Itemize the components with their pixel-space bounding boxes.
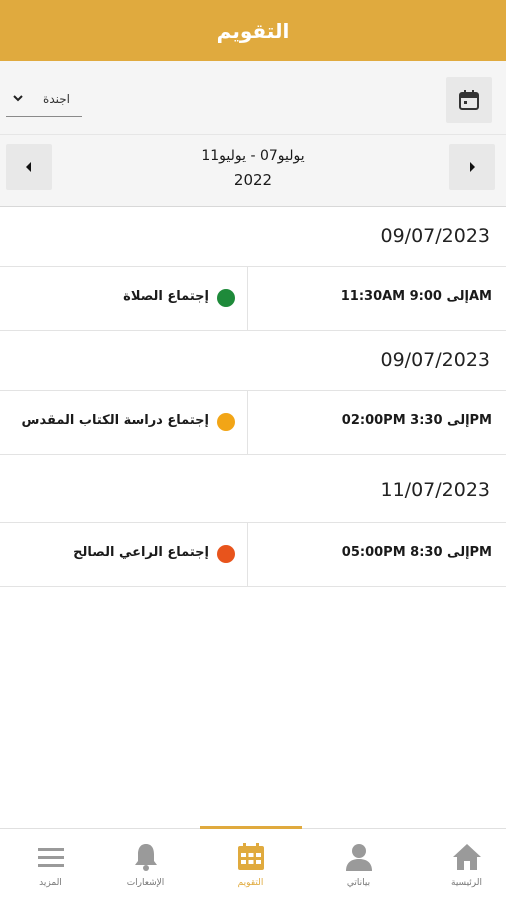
app-bar: التقويم (0, 0, 506, 61)
event-title-cell: إجتماع دراسة الكتاب المقدس (0, 391, 247, 454)
event-title-cell: إجتماع الراعي الصالح (0, 523, 247, 586)
tab-label: التقويم (237, 878, 264, 888)
menu-icon (37, 848, 64, 867)
tab-home[interactable]: الرئيسية (416, 829, 506, 900)
previous-range-button[interactable] (6, 144, 52, 190)
caret-right-icon (470, 162, 475, 172)
event-title: إجتماع الصلاة (123, 289, 209, 304)
event-title-cell: إجتماع الصلاة (0, 267, 247, 330)
bottom-tab-bar: المزيد الإشعارات التقويم بياناتي الرئيسي… (0, 826, 506, 900)
date-range-bar: يوليو07 - يوليو11 2022 (0, 135, 506, 207)
tab-my-data[interactable]: بياناتي (308, 829, 409, 900)
calendar-picker-button[interactable] (446, 77, 492, 123)
bell-icon (134, 844, 157, 871)
agenda-list: 09/07/2023 11:30AM إلى 9:00AM إجتماع الص… (0, 207, 506, 587)
calendar-toolbar: اجندة (0, 61, 506, 135)
date-range-year: 2022 (233, 171, 273, 189)
tab-label: الرئيسية (451, 878, 482, 888)
event-time: 02:00PM إلى 3:30PM (341, 413, 492, 428)
agenda-date-header: 11/07/2023 (0, 455, 506, 523)
agenda-event[interactable]: 05:00PM إلى 8:30PM إجتماع الراعي الصالح (0, 523, 506, 587)
tab-calendar[interactable]: التقويم (200, 829, 301, 900)
next-range-button[interactable] (449, 144, 495, 190)
event-time-cell: 05:00PM إلى 8:30PM (247, 523, 506, 586)
tab-label: المزيد (39, 878, 62, 888)
event-time-cell: 11:30AM إلى 9:00AM (247, 267, 506, 330)
event-color-dot (217, 289, 235, 307)
agenda-event[interactable]: 02:00PM إلى 3:30PM إجتماع دراسة الكتاب ا… (0, 391, 506, 455)
user-icon (345, 844, 372, 871)
event-color-dot (217, 413, 235, 431)
agenda-date-header: 09/07/2023 (0, 331, 506, 391)
chevron-down-icon (13, 95, 23, 102)
event-color-dot (217, 545, 235, 563)
view-mode-select[interactable]: اجندة (6, 83, 82, 117)
event-title: إجتماع دراسة الكتاب المقدس (21, 413, 209, 428)
event-time: 11:30AM إلى 9:00AM (340, 289, 492, 304)
agenda-date: 09/07/2023 (380, 349, 490, 371)
caret-left-icon (26, 162, 31, 172)
tab-label: بياناتي (346, 878, 371, 888)
tab-more[interactable]: المزيد (0, 829, 101, 900)
view-mode-value: اجندة (43, 92, 70, 106)
agenda-date: 09/07/2023 (380, 225, 490, 247)
date-range-label: يوليو07 - يوليو11 (201, 148, 305, 164)
event-time-cell: 02:00PM إلى 3:30PM (247, 391, 506, 454)
calendar-icon (237, 843, 264, 870)
tab-notifications[interactable]: الإشعارات (95, 829, 196, 900)
page-title: التقويم (216, 18, 290, 43)
agenda-date: 11/07/2023 (380, 479, 490, 501)
event-title: إجتماع الراعي الصالح (73, 545, 209, 560)
calendar-icon (459, 90, 479, 110)
event-time: 05:00PM إلى 8:30PM (341, 545, 492, 560)
agenda-event[interactable]: 11:30AM إلى 9:00AM إجتماع الصلاة (0, 267, 506, 331)
home-icon (452, 844, 481, 870)
tab-label: الإشعارات (126, 878, 165, 888)
agenda-date-header: 09/07/2023 (0, 207, 506, 267)
